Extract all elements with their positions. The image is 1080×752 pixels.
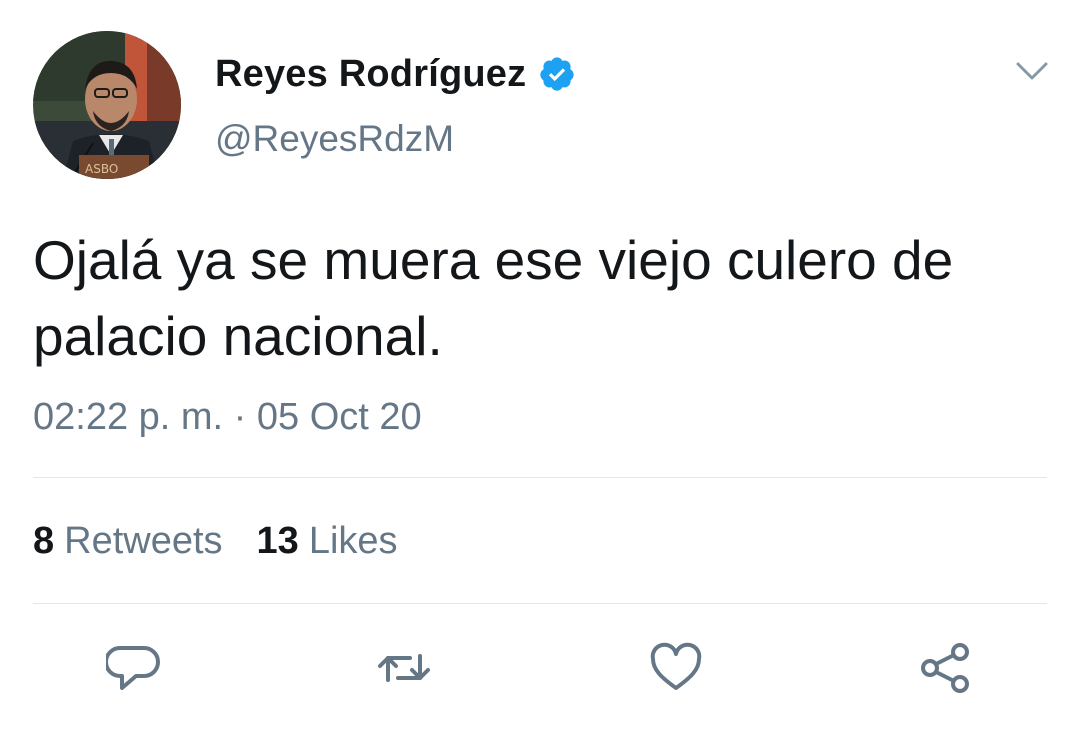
likes-stat[interactable]: 13 Likes — [257, 520, 398, 563]
tweet-text: Ojalá ya se muera ese viejo culero de pa… — [33, 222, 1053, 374]
author-handle[interactable]: @ReyesRdzM — [215, 118, 454, 160]
divider — [33, 477, 1047, 478]
likes-label: Likes — [308, 520, 398, 562]
like-button[interactable] — [648, 640, 704, 696]
avatar-image: ASBO — [33, 31, 181, 179]
retweet-icon — [378, 654, 430, 682]
avatar[interactable]: ASBO — [33, 31, 181, 179]
retweets-count: 8 — [33, 520, 55, 562]
verified-badge-icon — [538, 55, 576, 93]
divider — [33, 603, 1047, 604]
display-name[interactable]: Reyes Rodríguez — [215, 53, 526, 96]
reply-icon — [106, 646, 160, 690]
chevron-down-icon[interactable] — [1013, 56, 1051, 86]
heart-icon — [650, 642, 702, 690]
retweets-label: Retweets — [64, 520, 223, 562]
tweet-timestamp[interactable]: 02:22 p. m. · 05 Oct 20 — [33, 396, 422, 439]
reply-button[interactable] — [106, 640, 162, 696]
likes-count: 13 — [256, 520, 299, 562]
author-name-row: Reyes Rodríguez — [215, 52, 576, 96]
retweet-button[interactable] — [376, 640, 432, 696]
tweet-text-line: palacio nacional. — [33, 305, 443, 367]
share-button[interactable] — [918, 640, 974, 696]
tweet-text-line: Ojalá ya se muera ese viejo culero de — [33, 229, 954, 291]
share-icon — [921, 643, 969, 693]
retweets-stat[interactable]: 8 Retweets — [33, 520, 223, 563]
tweet-stats: 8 Retweets 13 Likes — [33, 520, 432, 563]
tweet-card: ASBO Reyes Rodríguez @ReyesRdzM Ojalá ya… — [0, 0, 1080, 752]
svg-text:ASBO: ASBO — [85, 162, 118, 176]
